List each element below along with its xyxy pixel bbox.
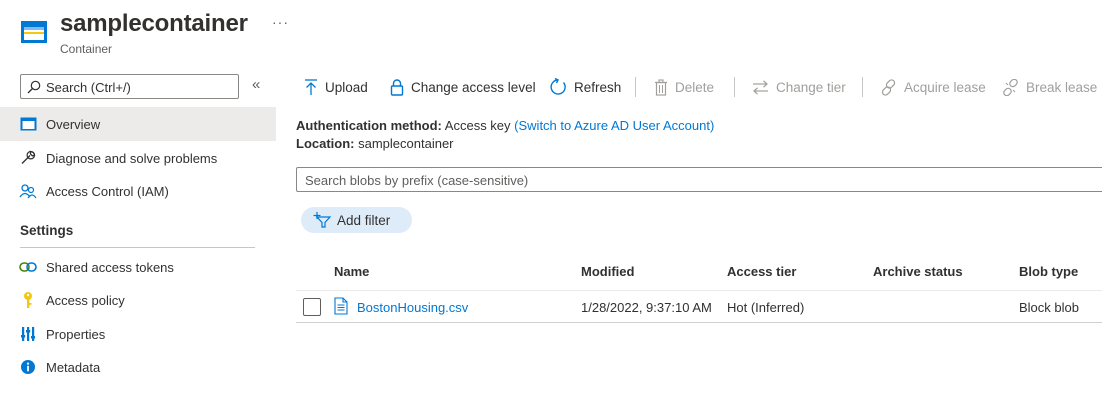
upload-label: Upload [325, 79, 368, 95]
container-icon [21, 21, 47, 43]
sidebar-item-label: Access Control (IAM) [46, 183, 169, 199]
settings-heading: Settings [20, 223, 74, 238]
break-lease-button[interactable]: Break lease [1002, 76, 1097, 98]
toolbar-divider [635, 77, 636, 97]
sidebar-item-properties[interactable]: Properties [0, 317, 276, 351]
wrench-icon [19, 149, 37, 167]
change-access-level-label: Change access level [411, 79, 536, 95]
sidebar-item-label: Diagnose and solve problems [46, 150, 218, 166]
page-header: samplecontainer Container ··· [0, 0, 1102, 64]
column-header-blob-type[interactable]: Blob type [1019, 264, 1078, 279]
blob-type: Block blob [1019, 300, 1079, 315]
break-lease-label: Break lease [1026, 79, 1098, 95]
sidebar-item-access-control[interactable]: Access Control (IAM) [0, 174, 276, 208]
authentication-method: Authentication method: Access key (Switc… [296, 118, 714, 133]
acquire-lease-button[interactable]: Acquire lease [880, 76, 986, 98]
link-icon [19, 258, 37, 276]
change-tier-label: Change tier [776, 79, 846, 95]
column-header-name[interactable]: Name [334, 264, 369, 279]
auth-label: Authentication method: [296, 118, 442, 133]
blob-access-tier: Hot (Inferred) [727, 300, 805, 315]
location: Location: samplecontainer [296, 136, 454, 151]
page-title: samplecontainer [60, 10, 248, 37]
command-toolbar: Upload Change access level Refresh Delet… [296, 70, 1102, 104]
properties-icon [19, 325, 37, 343]
auth-value: Access key [444, 118, 511, 133]
broken-link-icon [1003, 78, 1018, 96]
filter-add-icon [313, 212, 331, 228]
blob-name-link[interactable]: BostonHousing.csv [357, 300, 468, 315]
blob-modified: 1/28/2022, 9:37:10 AM [581, 300, 712, 315]
people-icon [19, 182, 37, 200]
sidebar-item-shared-access-tokens[interactable]: Shared access tokens [0, 250, 276, 284]
info-icon [19, 358, 37, 376]
column-header-archive-status[interactable]: Archive status [873, 264, 963, 279]
upload-button[interactable]: Upload [304, 76, 368, 98]
refresh-label: Refresh [574, 79, 622, 95]
sidebar-search-input[interactable]: Search (Ctrl+/) [20, 74, 239, 99]
link-chain-icon [881, 78, 896, 96]
toolbar-divider [862, 77, 863, 97]
file-icon [334, 297, 348, 315]
search-icon [27, 80, 41, 94]
container-icon [19, 115, 37, 133]
sidebar-item-access-policy[interactable]: Access policy [0, 283, 276, 317]
swap-arrows-icon [753, 79, 768, 95]
collapse-sidebar-button[interactable]: « [252, 76, 260, 93]
row-checkbox[interactable] [303, 298, 321, 316]
delete-label: Delete [675, 79, 715, 95]
sidebar-item-label: Overview [46, 116, 101, 132]
add-filter-button[interactable]: Add filter [301, 207, 412, 233]
sidebar-item-label: Shared access tokens [46, 259, 174, 275]
refresh-icon [550, 78, 566, 95]
location-value: samplecontainer [358, 136, 454, 151]
add-filter-label: Add filter [337, 212, 391, 228]
lock-icon [390, 78, 404, 96]
refresh-button[interactable]: Refresh [549, 76, 621, 98]
sidebar-search-placeholder: Search (Ctrl+/) [46, 80, 131, 95]
change-access-level-button[interactable]: Change access level [390, 76, 536, 98]
sidebar-item-overview[interactable]: Overview [0, 107, 276, 141]
key-icon [19, 291, 37, 309]
toolbar-divider [734, 77, 735, 97]
sidebar-item-label: Metadata [46, 359, 101, 375]
delete-button[interactable]: Delete [654, 76, 714, 98]
change-tier-button[interactable]: Change tier [752, 76, 846, 98]
blob-search-placeholder: Search blobs by prefix (case-sensitive) [305, 173, 529, 188]
page-subtitle: Container [60, 42, 113, 56]
sidebar-item-diagnose[interactable]: Diagnose and solve problems [0, 141, 276, 175]
sidebar-item-metadata[interactable]: Metadata [0, 350, 276, 384]
more-options-button[interactable]: ··· [272, 14, 289, 30]
trash-icon [655, 78, 667, 96]
settings-divider [20, 247, 255, 248]
column-header-access-tier[interactable]: Access tier [727, 264, 796, 279]
switch-auth-link[interactable]: (Switch to Azure AD User Account) [514, 118, 714, 133]
upload-icon [305, 78, 317, 95]
blob-search-input[interactable]: Search blobs by prefix (case-sensitive) [296, 167, 1102, 192]
acquire-lease-label: Acquire lease [904, 79, 986, 95]
sidebar-item-label: Access policy [46, 292, 125, 308]
sidebar-item-label: Properties [46, 326, 106, 342]
location-label: Location: [296, 136, 355, 151]
column-header-modified[interactable]: Modified [581, 264, 634, 279]
